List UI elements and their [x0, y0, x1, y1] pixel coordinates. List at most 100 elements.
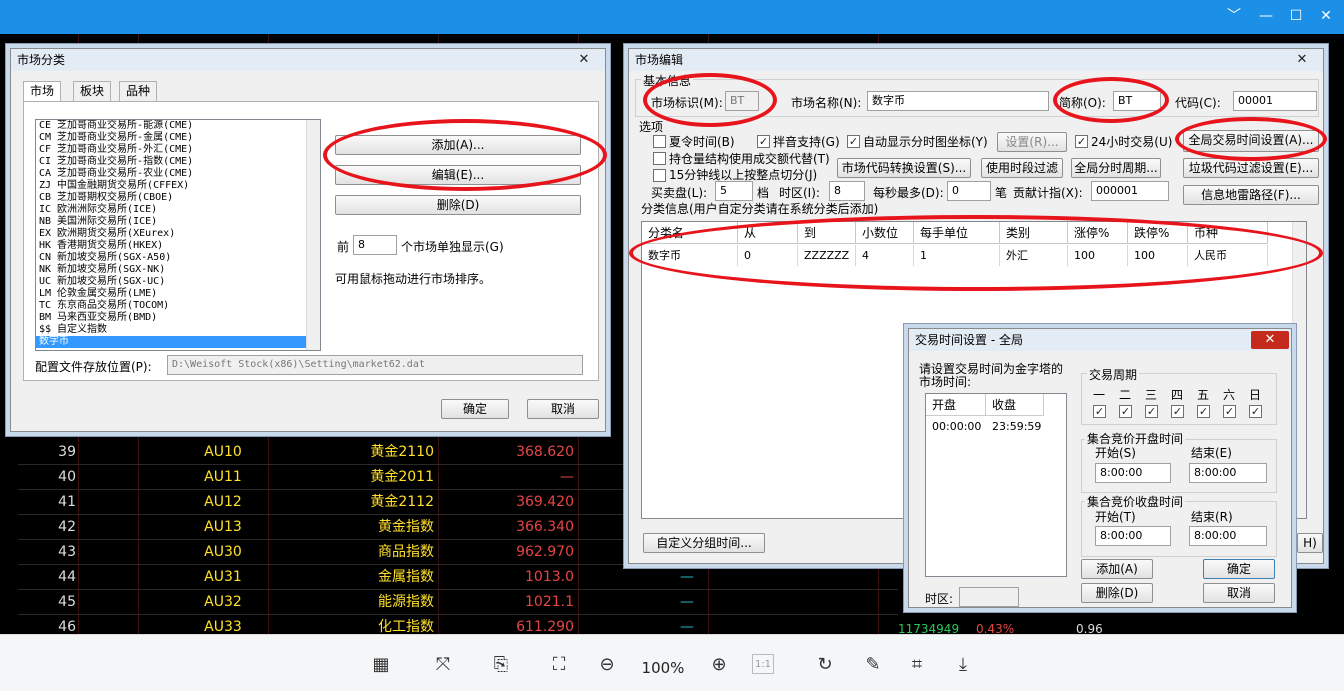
- contrib-input[interactable]: 000001: [1091, 181, 1169, 201]
- list-item[interactable]: BM 马来西亚交易所(BMD): [36, 312, 320, 324]
- ok-button[interactable]: 确定: [1203, 559, 1275, 579]
- period-filter-button[interactable]: 使用时段过滤: [981, 158, 1063, 178]
- collapse-icon[interactable]: ﹀: [1224, 8, 1244, 24]
- annotation-ellipse: [1053, 77, 1169, 123]
- list-item[interactable]: IC 欧洲洲际交易所(ICE): [36, 204, 320, 216]
- tab-sector[interactable]: 板块: [73, 81, 112, 101]
- annotation-ellipse: [643, 73, 777, 127]
- market-list[interactable]: CE 芝加哥商业交易所-能源(CME) CM 芝加哥商业交易所-金属(CME) CF…: [35, 119, 321, 351]
- day-checkbox[interactable]: ✓: [1119, 405, 1132, 418]
- auction-open-end[interactable]: 8:00:00: [1189, 463, 1267, 483]
- hold-checkbox[interactable]: [653, 152, 666, 165]
- group-label: 分类信息(用户自定分类请在系统分类后添加): [641, 202, 879, 216]
- list-item[interactable]: 数字币: [36, 336, 320, 348]
- settings-button[interactable]: 设置(R)...: [997, 132, 1067, 152]
- list-item[interactable]: TC 东京商品交易所(TOCOM): [36, 300, 320, 312]
- buysell-input[interactable]: 5: [715, 181, 753, 201]
- list-item[interactable]: NK 新加坡交易所(SGX-NK): [36, 264, 320, 276]
- fit-icon[interactable]: ⤧: [430, 651, 456, 677]
- trash-filter-button[interactable]: 垃圾代码过滤设置(E)...: [1183, 158, 1319, 178]
- list-item[interactable]: UC 新加坡交易所(SGX-UC): [36, 276, 320, 288]
- cancel-button[interactable]: 取消: [1203, 583, 1275, 603]
- minimize-button[interactable]: —: [1256, 8, 1276, 24]
- list-item[interactable]: EX 欧洲期货交易所(XEurex): [36, 228, 320, 240]
- list-item[interactable]: NB 美国洲际交易所(ICE): [36, 216, 320, 228]
- day-checkbox[interactable]: ✓: [1171, 405, 1184, 418]
- close-button[interactable]: ✕: [1316, 8, 1336, 24]
- auction-close-start[interactable]: 8:00:00: [1095, 526, 1171, 546]
- 24h-checkbox[interactable]: ✓: [1075, 135, 1088, 148]
- day-checkbox[interactable]: ✓: [1145, 405, 1158, 418]
- day-checkbox[interactable]: ✓: [1197, 405, 1210, 418]
- sound-checkbox[interactable]: ✓: [757, 135, 770, 148]
- 24h-label: 24小时交易(U): [1091, 135, 1173, 149]
- list-item[interactable]: LM 伦敦金属交易所(LME): [36, 288, 320, 300]
- list-item[interactable]: CF 芝加哥商业交易所-外汇(CME): [36, 144, 320, 156]
- code-input[interactable]: 00001: [1233, 91, 1317, 111]
- list-item[interactable]: CI 芝加哥商业交易所-指数(CME): [36, 156, 320, 168]
- layout-icon[interactable]: ▦: [368, 651, 394, 677]
- list-item[interactable]: CE 芝加哥商业交易所-能源(CME): [36, 120, 320, 132]
- cell-no: 42: [58, 519, 76, 535]
- cell-name: 能源指数: [378, 594, 434, 610]
- table-row[interactable]: 44 AU31 金属指数 1013.0 —: [18, 565, 898, 590]
- cell-name: 黄金2110: [370, 444, 434, 460]
- zoom-in-icon[interactable]: ⊕: [706, 651, 732, 677]
- list-item[interactable]: CN 新加坡交易所(SGX-A50): [36, 252, 320, 264]
- cancel-button[interactable]: 取消: [527, 399, 599, 419]
- day-label: 四: [1171, 388, 1184, 402]
- list-item[interactable]: HK 香港期货交易所(HKEX): [36, 240, 320, 252]
- market-name-input[interactable]: 数字币: [867, 91, 1049, 111]
- list-item[interactable]: CA 芝加哥商业交易所-农业(CME): [36, 168, 320, 180]
- global-period-button[interactable]: 全局分时周期...: [1071, 158, 1161, 178]
- day-checkbox[interactable]: ✓: [1093, 405, 1106, 418]
- list-scrollbar[interactable]: [306, 120, 320, 350]
- annotation-ellipse: [1175, 117, 1327, 161]
- side-button[interactable]: H): [1297, 533, 1323, 553]
- tab-market[interactable]: 市场: [23, 81, 62, 103]
- close-icon[interactable]: ✕: [565, 51, 603, 69]
- list-item[interactable]: CB 芝加哥期权交易所(CBOE): [36, 192, 320, 204]
- cell-no: 45: [58, 594, 76, 610]
- add-button[interactable]: 添加(A): [1081, 559, 1153, 579]
- sort-hint: 可用鼠标拖动进行市场排序。: [335, 272, 492, 286]
- split15-checkbox[interactable]: [653, 169, 666, 182]
- actual-size-icon[interactable]: 1:1: [752, 654, 774, 674]
- auto-coord-checkbox[interactable]: ✓: [847, 135, 860, 148]
- info-mine-button[interactable]: 信息地雷路径(F)...: [1183, 185, 1319, 205]
- tab-variety[interactable]: 品种: [119, 81, 158, 101]
- crop-icon[interactable]: ⌗: [904, 651, 930, 677]
- edit-icon[interactable]: ✎: [860, 651, 886, 677]
- close-icon[interactable]: ✕: [1251, 331, 1289, 349]
- tz-input[interactable]: 8: [829, 181, 865, 201]
- delete-button[interactable]: 删除(D): [335, 195, 581, 215]
- code-convert-button[interactable]: 市场代码转换设置(S)...: [837, 158, 971, 178]
- dst-checkbox[interactable]: [653, 135, 666, 148]
- fullscreen-icon[interactable]: ⛶: [546, 651, 572, 677]
- ok-button[interactable]: 确定: [441, 399, 509, 419]
- rotate-icon[interactable]: ↻: [812, 651, 838, 677]
- ocr-icon[interactable]: ⎘: [488, 651, 514, 677]
- close-icon[interactable]: ✕: [1283, 51, 1321, 69]
- time-list[interactable]: 开盘 收盘 00:00:00 23:59:59: [925, 393, 1067, 577]
- list-item[interactable]: ZJ 中国金融期货交易所(CFFEX): [36, 180, 320, 192]
- cell-no: 44: [58, 569, 76, 585]
- cell-name: 黄金2011: [370, 469, 434, 485]
- auction-close-end[interactable]: 8:00:00: [1189, 526, 1267, 546]
- max-input[interactable]: 0: [947, 181, 991, 201]
- day-checkbox[interactable]: ✓: [1249, 405, 1262, 418]
- code-label: 代码(C):: [1175, 96, 1221, 110]
- auction-open-start[interactable]: 8:00:00: [1095, 463, 1171, 483]
- delete-button[interactable]: 删除(D): [1081, 583, 1153, 603]
- cell-code: AU30: [204, 544, 242, 560]
- custom-group-time-button[interactable]: 自定义分组时间...: [643, 533, 765, 553]
- maximize-button[interactable]: ☐: [1286, 8, 1306, 24]
- cell-no: 40: [58, 469, 76, 485]
- zoom-out-icon[interactable]: ⊖: [594, 651, 620, 677]
- list-item[interactable]: $$ 自定义指数: [36, 324, 320, 336]
- list-item[interactable]: CM 芝加哥商业交易所-金属(CME): [36, 132, 320, 144]
- table-row[interactable]: 45 AU32 能源指数 1021.1 —: [18, 590, 898, 615]
- download-icon[interactable]: ⤓: [950, 651, 976, 677]
- front-count-input[interactable]: 8: [353, 235, 397, 255]
- day-checkbox[interactable]: ✓: [1223, 405, 1236, 418]
